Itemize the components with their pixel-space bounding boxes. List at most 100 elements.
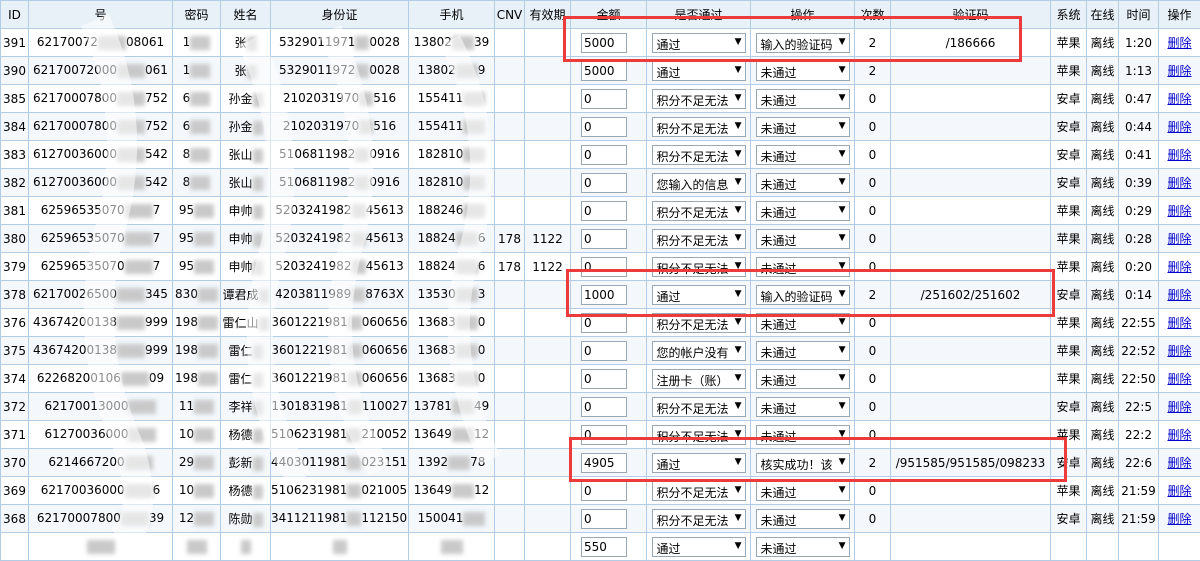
operation-select[interactable]: 未通过▼ <box>756 117 850 137</box>
operation-select[interactable]: 未通过▼ <box>756 145 850 165</box>
amount-input[interactable] <box>581 285 627 305</box>
device-system: 安卓 <box>1056 288 1080 302</box>
amount-input[interactable] <box>581 425 627 445</box>
operation-select[interactable]: 输入的验证码▼ <box>756 33 850 53</box>
pass-status-select[interactable]: 积分不足无法▼ <box>652 201 746 221</box>
delete-link[interactable]: 删除 <box>1167 64 1191 78</box>
card-number-prefix: 62170013000 <box>45 399 129 413</box>
pass-status-select[interactable]: 您的帐户没有▼ <box>652 341 746 361</box>
amount-input[interactable] <box>581 61 627 81</box>
delete-link[interactable]: 删除 <box>1167 372 1191 386</box>
redacted-blur <box>194 400 214 414</box>
pass-status-value: 积分不足无法 <box>657 262 729 276</box>
delete-link[interactable]: 删除 <box>1167 232 1191 246</box>
delete-link[interactable]: 删除 <box>1167 148 1191 162</box>
idcard-prefix: 3601221981 <box>271 315 347 329</box>
delete-link[interactable]: 删除 <box>1167 400 1191 414</box>
operation-select[interactable]: 未通过▼ <box>756 397 850 417</box>
operation-select[interactable]: 未通过▼ <box>756 509 850 529</box>
amount-input[interactable] <box>581 201 627 221</box>
operation-select[interactable]: 未通过▼ <box>756 313 850 333</box>
operation-select[interactable]: 未通过▼ <box>756 257 850 277</box>
pass-status-select[interactable]: 积分不足无法▼ <box>652 229 746 249</box>
delete-link[interactable]: 删除 <box>1167 428 1191 442</box>
pass-status-select[interactable]: 积分不足无法▼ <box>652 89 746 109</box>
cell-pass: 注册卡（账）▼ <box>647 365 751 393</box>
amount-input[interactable] <box>581 453 627 473</box>
operation-select[interactable]: 未通过▼ <box>756 341 850 361</box>
cell-phone: 1380239 <box>409 29 495 57</box>
operation-select[interactable]: 未通过▼ <box>756 89 850 109</box>
pass-status-select[interactable]: 通过▼ <box>652 453 746 473</box>
idcard-prefix: 5329011972 <box>279 63 355 77</box>
pass-status-select[interactable]: 积分不足无法▼ <box>652 257 746 277</box>
pass-status-select[interactable]: 通过▼ <box>652 537 746 557</box>
operation-select[interactable]: 未通过▼ <box>756 537 850 557</box>
amount-input[interactable] <box>581 369 627 389</box>
amount-input[interactable] <box>581 537 627 557</box>
amount-input[interactable] <box>581 89 627 109</box>
cell-phone: 135303 <box>409 281 495 309</box>
cell-time: 22:2 <box>1119 421 1159 449</box>
amount-input[interactable] <box>581 397 627 417</box>
operation-select[interactable]: 核实成功！该▼ <box>756 453 850 473</box>
delete-link[interactable]: 删除 <box>1167 120 1191 134</box>
operation-select[interactable]: 未通过▼ <box>756 201 850 221</box>
pass-status-select[interactable]: 通过▼ <box>652 61 746 81</box>
amount-input[interactable] <box>581 509 627 529</box>
device-system: 苹果 <box>1056 344 1080 358</box>
amount-input[interactable] <box>581 481 627 501</box>
device-system: 安卓 <box>1056 400 1080 414</box>
pass-status-select[interactable]: 通过▼ <box>652 285 746 305</box>
pass-status-select[interactable]: 积分不足无法▼ <box>652 145 746 165</box>
cell-phone: 139278 <box>409 449 495 477</box>
cell-expiry <box>525 477 571 505</box>
amount-input[interactable] <box>581 117 627 137</box>
pass-status-select[interactable]: 积分不足无法▼ <box>652 481 746 501</box>
phone-suffix: 0 <box>478 343 486 357</box>
delete-link[interactable]: 删除 <box>1167 92 1191 106</box>
delete-link[interactable]: 删除 <box>1167 36 1191 50</box>
delete-link[interactable]: 删除 <box>1167 260 1191 274</box>
delete-link[interactable]: 删除 <box>1167 344 1191 358</box>
amount-input[interactable] <box>581 173 627 193</box>
pass-status-select[interactable]: 积分不足无法▼ <box>652 425 746 445</box>
operation-select[interactable]: 未通过▼ <box>756 173 850 193</box>
cell-expiry <box>525 393 571 421</box>
table-row: 37643674200138999198雷仁山36012219810606561… <box>1 309 1200 337</box>
attempt-count: 0 <box>869 316 877 330</box>
amount-input[interactable] <box>581 33 627 53</box>
amount-input[interactable] <box>581 341 627 361</box>
delete-link[interactable]: 删除 <box>1167 288 1191 302</box>
operation-select[interactable]: 未通过▼ <box>756 425 850 445</box>
pass-status-select[interactable]: 积分不足无法▼ <box>652 397 746 417</box>
operation-select[interactable]: 未通过▼ <box>756 61 850 81</box>
pass-status-select[interactable]: 您输入的信息▼ <box>652 173 746 193</box>
amount-input[interactable] <box>581 145 627 165</box>
operation-select[interactable]: 未通过▼ <box>756 369 850 389</box>
delete-link[interactable]: 删除 <box>1167 176 1191 190</box>
delete-link[interactable]: 删除 <box>1167 316 1191 330</box>
amount-input[interactable] <box>581 229 627 249</box>
cell-code <box>891 197 1051 225</box>
amount-input[interactable] <box>581 313 627 333</box>
cell-id: 381 <box>1 197 29 225</box>
pass-status-select[interactable]: 注册卡（账）▼ <box>652 369 746 389</box>
delete-link[interactable]: 删除 <box>1167 512 1191 526</box>
pass-status-select[interactable]: 通过▼ <box>652 33 746 53</box>
operation-select[interactable]: 未通过▼ <box>756 481 850 501</box>
operation-select[interactable]: 输入的验证码▼ <box>756 285 850 305</box>
redacted-blur <box>117 148 145 162</box>
operation-select[interactable]: 未通过▼ <box>756 229 850 249</box>
pass-status-select[interactable]: 积分不足无法▼ <box>652 117 746 137</box>
delete-link[interactable]: 删除 <box>1167 204 1191 218</box>
attempt-count: 0 <box>869 204 877 218</box>
pass-status-value: 注册卡（账） <box>657 374 729 388</box>
cell-cnv <box>495 449 525 477</box>
delete-link[interactable]: 删除 <box>1167 456 1191 470</box>
delete-link[interactable]: 删除 <box>1167 484 1191 498</box>
pass-status-select[interactable]: 积分不足无法▼ <box>652 509 746 529</box>
pass-status-select[interactable]: 积分不足无法▼ <box>652 313 746 333</box>
amount-input[interactable] <box>581 257 627 277</box>
records-table: ID 号 密码 姓名 身份证 手机 CNV 有效期 金额 是否通过 操作 次数 … <box>0 0 1200 561</box>
